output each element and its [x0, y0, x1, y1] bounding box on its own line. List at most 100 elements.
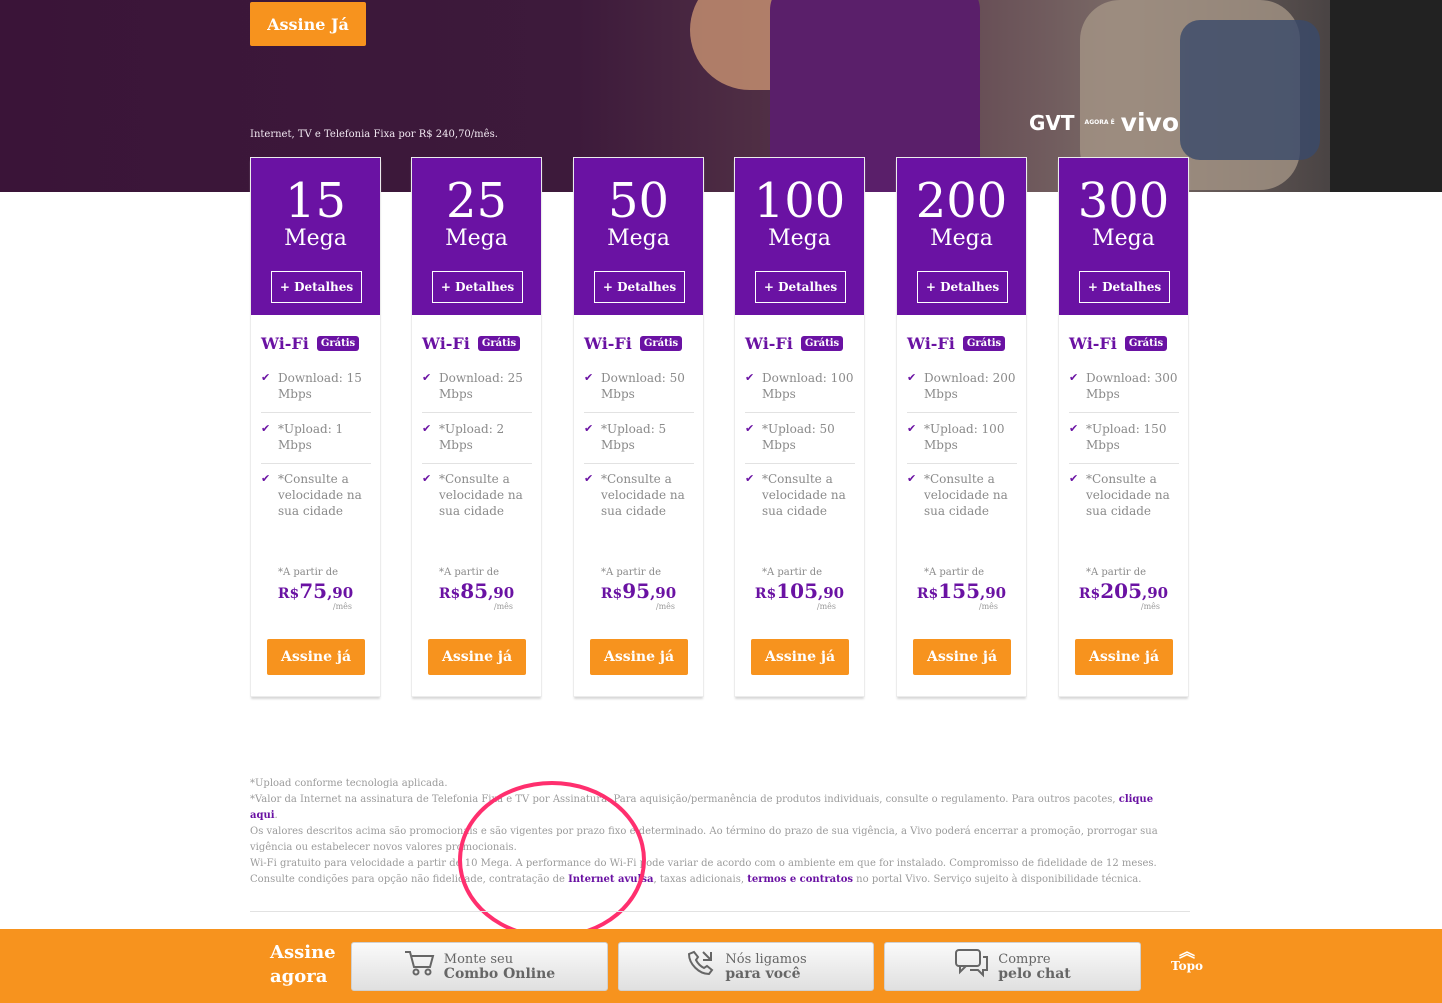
plan-speed: 200: [915, 173, 1008, 229]
check-icon: ✔: [422, 472, 432, 485]
free-badge: Grátis: [639, 336, 683, 351]
price-integer: 95: [622, 579, 651, 603]
call-line2: para você: [725, 965, 801, 982]
plan-unit: Mega: [1092, 226, 1155, 251]
details-button[interactable]: + Detalhes: [1079, 271, 1170, 303]
plan-header: 300 Mega + Detalhes: [1059, 158, 1188, 315]
free-badge: Grátis: [1124, 336, 1168, 351]
subscribe-now-label: Assine agora: [270, 941, 336, 989]
plan-card-25: 25 Mega + Detalhes Wi-Fi Grátis ✔ Downlo…: [411, 157, 542, 697]
hero-tagline: Internet, TV e Telefonia Fixa por R$ 240…: [250, 129, 498, 140]
subscribe-button[interactable]: Assine já: [913, 639, 1011, 675]
combo-online-button[interactable]: Monte seu Combo Online: [351, 942, 608, 991]
hero-banner: Assine Já Internet, TV e Telefonia Fixa …: [0, 0, 1442, 192]
feature-upload: ✔ *Upload: 50 Mbps: [745, 421, 855, 464]
price-decimal: ,90: [488, 584, 515, 602]
price-currency: R$: [600, 586, 623, 602]
plan-price: R$205,90: [1059, 579, 1188, 603]
feature-text: *Upload: 50 Mbps: [762, 422, 835, 452]
plan-speed: 300: [1077, 173, 1170, 229]
feature-text: Download: 100 Mbps: [762, 371, 854, 401]
footer-divider: [250, 911, 1190, 912]
feature-upload: ✔ *Upload: 1 Mbps: [261, 421, 371, 464]
call-line1: Nós ligamos: [725, 951, 807, 967]
plan-unit: Mega: [284, 226, 347, 251]
feature-upload: ✔ *Upload: 5 Mbps: [584, 421, 694, 464]
subscribe-button[interactable]: Assine já: [1075, 639, 1173, 675]
feature-text: *Consulte a velocidade na sua cidade: [601, 472, 685, 518]
plan-header: 100 Mega + Detalhes: [735, 158, 864, 315]
details-button[interactable]: + Detalhes: [755, 271, 846, 303]
feature-text: Download: 25 Mbps: [439, 371, 523, 401]
feature-download: ✔ Download: 25 Mbps: [422, 370, 532, 413]
plan-card-300: 300 Mega + Detalhes Wi-Fi Grátis ✔ Downl…: [1058, 157, 1189, 697]
price-integer: 205: [1100, 579, 1143, 603]
free-badge: Grátis: [800, 336, 844, 351]
feature-text: *Upload: 5 Mbps: [601, 422, 667, 452]
details-button[interactable]: + Detalhes: [917, 271, 1008, 303]
call-me-button[interactable]: Nós ligamos para você: [618, 942, 874, 991]
free-badge: Grátis: [316, 336, 360, 351]
subscribe-button[interactable]: Assine já: [751, 639, 849, 675]
check-icon: ✔: [1069, 422, 1079, 435]
feature-text: Download: 15 Mbps: [278, 371, 362, 401]
chat-line2: pelo chat: [998, 965, 1071, 982]
feature-text: *Consulte a velocidade na sua cidade: [762, 472, 846, 518]
feature-consult: ✔ *Consulte a velocidade na sua cidade: [261, 471, 371, 526]
price-decimal: ,90: [650, 584, 677, 602]
plan-price: R$95,90: [574, 579, 703, 603]
plan-card-50: 50 Mega + Detalhes Wi-Fi Grátis ✔ Downlo…: [573, 157, 704, 697]
price-currency: R$: [754, 586, 777, 602]
price-decimal: ,90: [1142, 584, 1169, 602]
note-wifi: Wi-Fi gratuito para velocidade a partir …: [250, 856, 1180, 888]
plan-speed: 50: [607, 173, 670, 229]
wifi-label: Wi-Fi: [422, 334, 470, 353]
price-currency: R$: [277, 586, 300, 602]
note-value-end: .: [274, 810, 278, 821]
plan-price: R$155,90: [897, 579, 1026, 603]
feature-text: *Upload: 100 Mbps: [924, 422, 1005, 452]
price-from-label: *A partir de: [278, 567, 339, 578]
price-decimal: ,90: [818, 584, 845, 602]
feature-text: *Upload: 150 Mbps: [1086, 422, 1167, 452]
hero-photo-tv: [1330, 0, 1442, 192]
price-period: /mês: [1140, 602, 1160, 611]
check-icon: ✔: [584, 422, 594, 435]
subscribe-button[interactable]: Assine já: [590, 639, 688, 675]
feature-upload: ✔ *Upload: 100 Mbps: [907, 421, 1017, 464]
wifi-row: Wi-Fi Grátis: [907, 334, 1006, 353]
subscribe-button[interactable]: Assine já: [267, 639, 365, 675]
details-button[interactable]: + Detalhes: [271, 271, 362, 303]
feature-consult: ✔ *Consulte a velocidade na sua cidade: [1069, 471, 1179, 526]
wifi-label: Wi-Fi: [261, 334, 309, 353]
note-value-text: *Valor da Internet na assinatura de Tele…: [250, 794, 1119, 805]
chat-button[interactable]: Compre pelo chat: [884, 942, 1141, 991]
logo-vivo: vivo: [1120, 108, 1180, 137]
chat-icon: [954, 948, 990, 985]
check-icon: ✔: [907, 422, 917, 435]
back-to-top-button[interactable]: ︽ Topo: [1166, 944, 1208, 974]
subscribe-button[interactable]: Assine já: [428, 639, 526, 675]
feature-text: *Consulte a velocidade na sua cidade: [924, 472, 1008, 518]
note-wifi-end: no portal Vivo. Serviço sujeito à dispon…: [853, 874, 1142, 885]
feature-text: *Consulte a velocidade na sua cidade: [439, 472, 523, 518]
feature-consult: ✔ *Consulte a velocidade na sua cidade: [745, 471, 855, 526]
feature-text: Download: 50 Mbps: [601, 371, 685, 401]
price-from-label: *A partir de: [439, 567, 500, 578]
plan-header: 50 Mega + Detalhes: [574, 158, 703, 315]
terms-link[interactable]: termos e contratos: [747, 874, 853, 885]
price-decimal: ,90: [980, 584, 1007, 602]
logo-gvt: GVT: [1029, 110, 1075, 135]
hero-subscribe-button[interactable]: Assine Já: [250, 2, 366, 46]
price-period: /mês: [816, 602, 836, 611]
check-icon: ✔: [261, 371, 271, 384]
logo-agora: AGORA É: [1084, 119, 1115, 126]
check-icon: ✔: [907, 472, 917, 485]
footer-bar: Assine agora Monte seu Combo Online Nós …: [0, 929, 1442, 1003]
call-me-label: Nós ligamos para você: [725, 952, 806, 982]
check-icon: ✔: [1069, 472, 1079, 485]
details-button[interactable]: + Detalhes: [594, 271, 685, 303]
details-button[interactable]: + Detalhes: [432, 271, 523, 303]
price-currency: R$: [916, 586, 939, 602]
check-icon: ✔: [745, 371, 755, 384]
